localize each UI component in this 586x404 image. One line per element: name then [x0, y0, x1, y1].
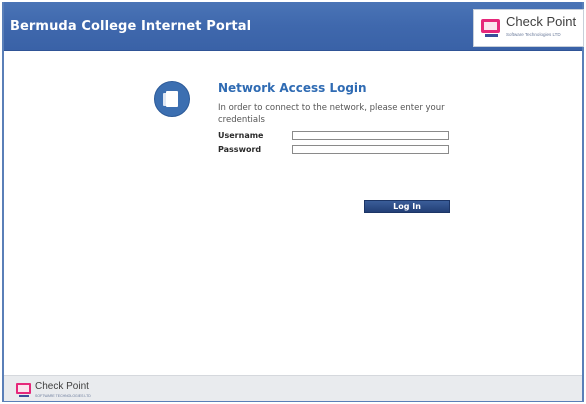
portal-window: Bermuda College Internet Portal Check Po…: [2, 2, 584, 402]
login-badge: [154, 81, 190, 117]
footer: Check Point SOFTWARE TECHNOLOGIES LTD: [4, 375, 582, 401]
document-icon: [163, 91, 178, 107]
password-input[interactable]: [292, 145, 449, 154]
brand-name: Check Point: [506, 14, 577, 29]
check-point-logo-icon: [481, 19, 500, 37]
brand-subtitle: Software Technologies LTD: [506, 32, 561, 37]
header-bar: Bermuda College Internet Portal Check Po…: [4, 2, 584, 51]
login-title: Network Access Login: [218, 81, 367, 95]
brand-logo-box: Check Point Software Technologies LTD: [473, 9, 584, 47]
password-label: Password: [218, 145, 262, 154]
login-button[interactable]: Log In: [364, 200, 450, 213]
portal-title: Bermuda College Internet Portal: [10, 19, 252, 34]
login-description: In order to connect to the network, plea…: [218, 103, 445, 125]
footer-brand-name: Check Point: [35, 381, 89, 392]
username-input[interactable]: [292, 131, 449, 140]
main-content: Network Access Login In order to connect…: [4, 51, 582, 375]
username-label: Username: [218, 131, 264, 140]
footer-brand-subtitle: SOFTWARE TECHNOLOGIES LTD: [35, 394, 91, 398]
check-point-logo-icon: [16, 383, 31, 397]
